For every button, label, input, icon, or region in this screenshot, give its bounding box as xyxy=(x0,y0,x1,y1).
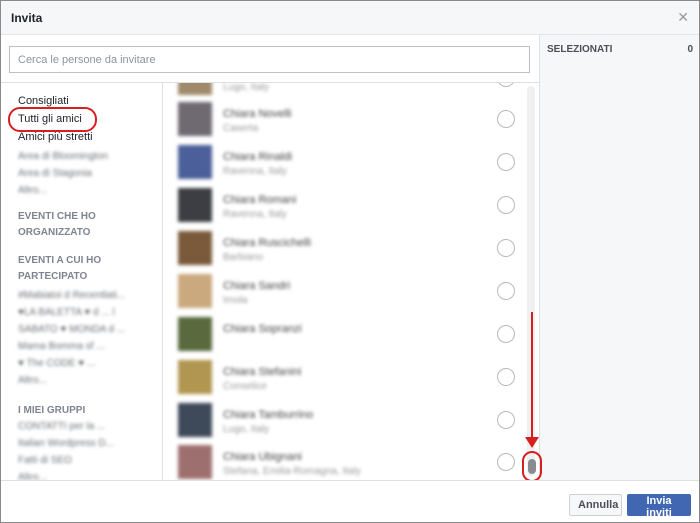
sidebar-list-item[interactable]: Area di Stagonia xyxy=(18,168,92,179)
friend-location: Ravenna, Italy xyxy=(223,166,287,177)
select-radio[interactable] xyxy=(497,325,515,343)
annotation-arrow-icon xyxy=(525,437,539,448)
friend-name: Chiara Sopranzi xyxy=(223,323,302,335)
sidebar-event-item[interactable]: Altro... xyxy=(18,375,47,386)
dialog-footer: Annulla Invia inviti xyxy=(1,480,699,522)
friend-location: Caserta xyxy=(223,123,259,134)
friend-location: Imola xyxy=(223,295,248,306)
friend-name: Chiara Ruscichelli xyxy=(223,237,312,249)
friend-location: Lugo, Italy xyxy=(223,424,270,435)
sidebar-event-item[interactable]: Mama Bomma sf ... xyxy=(18,341,105,352)
friend-name: Chiara Romani xyxy=(223,194,297,206)
sidebar-event-item[interactable]: #Mabiatoi d Recentlati... xyxy=(18,290,125,301)
selected-count: 0 xyxy=(687,44,693,55)
cancel-button[interactable]: Annulla xyxy=(569,494,622,516)
friend-row[interactable]: Chiara Romani Ravenna, Italy xyxy=(163,186,539,229)
annotation-arrow-line xyxy=(531,312,533,439)
select-radio[interactable] xyxy=(497,453,515,471)
sidebar-group-item[interactable]: Fatti di SEO xyxy=(18,455,72,466)
search-bar xyxy=(1,35,539,83)
friend-row[interactable]: Chiara Ruscichelli Barbiano xyxy=(163,229,539,272)
friend-row[interactable]: Chiara Rinaldi Ravenna, Italy xyxy=(163,143,539,186)
sidebar-event-item[interactable]: ♥ The CODE ♥ ... xyxy=(18,358,95,369)
friend-name: Chiara Novelli xyxy=(223,108,292,120)
friend-name: Chiara Sandri xyxy=(223,280,291,292)
avatar xyxy=(178,317,212,351)
friend-location: Conselice xyxy=(223,381,267,392)
avatar xyxy=(178,403,212,437)
friend-name: Chiara Tamburrino xyxy=(223,409,314,421)
highlight-ring xyxy=(522,451,542,482)
friend-row[interactable]: Chiara Novelli Caserta xyxy=(163,100,539,143)
events-created-heading: EVENTI CHE HO ORGANIZZATO xyxy=(18,211,96,238)
select-radio[interactable] xyxy=(497,239,515,257)
friends-list: Lugo, Italy Chiara Novelli Caserta Chiar… xyxy=(163,83,539,480)
select-radio[interactable] xyxy=(497,153,515,171)
avatar xyxy=(178,231,212,265)
avatar xyxy=(178,360,212,394)
events-attended-heading: EVENTI A CUI HO PARTECIPATO xyxy=(18,255,102,282)
sidebar-group-item[interactable]: Altro... xyxy=(18,472,47,480)
groups-heading: I MIEI GRUPPI xyxy=(18,405,86,416)
search-input[interactable] xyxy=(9,46,530,73)
select-radio[interactable] xyxy=(497,110,515,128)
friend-name: Chiara Rinaldi xyxy=(223,151,293,163)
select-radio[interactable] xyxy=(497,83,515,87)
sidebar-list-item[interactable]: Area di Bloomington xyxy=(18,151,108,162)
sidebar-item-close-friends[interactable]: Amici più stretti xyxy=(18,131,93,143)
sidebar-item-suggested[interactable]: Consigliati xyxy=(18,95,69,107)
friend-name: Chiara Ubignani xyxy=(223,451,302,463)
friend-location: Stefana, Emilia-Romagna, Italy xyxy=(223,466,361,477)
friend-row[interactable]: Chiara Tamburrino Lugo, Italy xyxy=(163,401,539,444)
avatar xyxy=(178,274,212,308)
dialog-title: Invita xyxy=(11,11,43,25)
sidebar-event-item[interactable]: SABATO ♥ MONDA d ... xyxy=(18,324,125,335)
avatar xyxy=(178,102,212,136)
friend-row[interactable]: Chiara Ubignani Stefana, Emilia-Romagna,… xyxy=(163,443,539,480)
send-invites-button[interactable]: Invia inviti xyxy=(627,494,691,519)
friend-location: Barbiano xyxy=(223,252,264,263)
select-radio[interactable] xyxy=(497,411,515,429)
invite-dialog: Invita ✕ SELEZIONATI 0 Consigliati Tutti… xyxy=(0,0,700,523)
friend-location: Lugo, Italy xyxy=(223,83,270,93)
selected-panel: SELEZIONATI 0 xyxy=(540,35,699,480)
close-icon[interactable]: ✕ xyxy=(677,9,689,26)
friend-row[interactable]: Chiara Sandri Imola xyxy=(163,272,539,315)
friend-name: Chiara Stefanini xyxy=(223,366,302,378)
sidebar-list-item[interactable]: Altro... xyxy=(18,185,47,196)
sidebar-group-item[interactable]: Italian Wordpress D... xyxy=(18,438,114,449)
filter-sidebar: Consigliati Tutti gli amici Amici più st… xyxy=(1,83,163,480)
friend-location: Ravenna, Italy xyxy=(223,209,287,220)
select-radio[interactable] xyxy=(497,368,515,386)
avatar xyxy=(178,188,212,222)
highlight-circle xyxy=(8,107,97,132)
sidebar-event-item[interactable]: ♥LA BALETTA ♥ d ... l xyxy=(18,307,115,318)
friend-row[interactable]: Chiara Sopranzi xyxy=(163,315,539,358)
select-radio[interactable] xyxy=(497,282,515,300)
avatar xyxy=(178,445,212,479)
select-radio[interactable] xyxy=(497,196,515,214)
avatar xyxy=(178,145,212,179)
sidebar-group-item[interactable]: CONTATTI per la ... xyxy=(18,421,105,432)
friend-row[interactable]: Chiara Stefanini Conselice xyxy=(163,358,539,401)
selected-label: SELEZIONATI xyxy=(547,44,613,55)
avatar xyxy=(178,83,212,95)
dialog-header: Invita ✕ xyxy=(1,1,699,35)
